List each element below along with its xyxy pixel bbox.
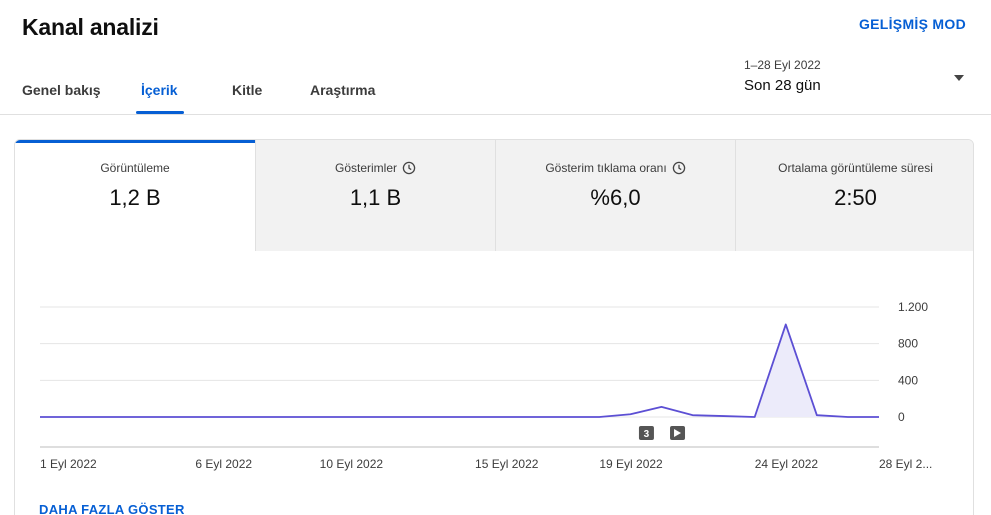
date-range-text: 1–28 Eyl 2022: [744, 58, 821, 72]
y-tick-label: 1.200: [898, 300, 928, 314]
chart-area: 0 400 800 1.200 1 Eyl 2022 6 Eyl 2022 10 Eyl 2…: [15, 251, 974, 515]
show-more-link[interactable]: DAHA FAZLA GÖSTER: [39, 502, 185, 515]
clock-icon[interactable]: [402, 161, 416, 175]
y-tick-label: 800: [898, 337, 918, 351]
x-tick-label: 28 Eyl 2...: [879, 457, 932, 471]
header-divider: [0, 114, 991, 115]
metric-ctr[interactable]: Gösterim tıklama oranı %6,0: [495, 140, 735, 251]
metrics-card: Görüntüleme 1,2 B Gösterimler 1,1 B Göst…: [14, 139, 974, 515]
page-title: Kanal analizi: [22, 14, 159, 40]
metric-impressions[interactable]: Gösterimler 1,1 B: [255, 140, 495, 251]
date-range-picker[interactable]: 1–28 Eyl 2022 Son 28 gün: [744, 58, 974, 98]
metric-label-views: Görüntüleme: [100, 161, 169, 175]
x-tick-label: 24 Eyl 2022: [755, 457, 819, 471]
metric-avg-view-duration[interactable]: Ortalama görüntüleme süresi 2:50: [735, 140, 973, 251]
y-tick-label: 0: [898, 410, 905, 424]
series-line: [40, 323, 879, 418]
x-tick-label: 6 Eyl 2022: [195, 457, 252, 471]
x-tick-label: 1 Eyl 2022: [40, 457, 97, 471]
tab-audience[interactable]: Kitle: [232, 82, 262, 98]
x-tick-label: 19 Eyl 2022: [599, 457, 663, 471]
metric-value-avg-duration: 2:50: [834, 185, 877, 210]
metric-label-text: Ortalama görüntüleme süresi: [778, 161, 933, 175]
tab-research[interactable]: Araştırma: [310, 82, 375, 98]
metric-label-impressions: Gösterimler: [335, 161, 416, 175]
metric-value-ctr: %6,0: [590, 185, 641, 210]
advanced-mode-link[interactable]: GELİŞMİŞ MOD: [859, 16, 966, 32]
date-period-text: Son 28 gün: [744, 77, 821, 94]
tab-content[interactable]: İçerik: [141, 82, 178, 98]
x-tick-label: 10 Eyl 2022: [320, 457, 384, 471]
metric-value-impressions: 1,1 B: [349, 185, 402, 210]
clock-icon[interactable]: [672, 161, 686, 175]
metric-label-avg-duration: Ortalama görüntüleme süresi: [778, 161, 933, 175]
metric-label-text: Görüntüleme: [100, 161, 170, 175]
metric-label-ctr: Gösterim tıklama oranı: [545, 161, 685, 175]
metric-value-views: 1,2 B: [109, 185, 161, 210]
y-tick-label: 400: [898, 373, 918, 387]
metric-label-text: Gösterim tıklama oranı: [545, 161, 667, 175]
metric-label-text: Gösterimler: [334, 161, 397, 175]
x-tick-label: 15 Eyl 2022: [475, 457, 539, 471]
dropdown-arrow-icon: [954, 75, 964, 81]
views-chart[interactable]: 0 400 800 1.200 1 Eyl 2022 6 Eyl 2022 10 Eyl 2…: [15, 251, 974, 481]
series-fill-area: [754, 324, 879, 417]
metric-views[interactable]: Görüntüleme 1,2 B: [15, 140, 255, 251]
tab-overview[interactable]: Genel bakış: [22, 82, 101, 98]
video-count-label: 3: [644, 429, 650, 440]
